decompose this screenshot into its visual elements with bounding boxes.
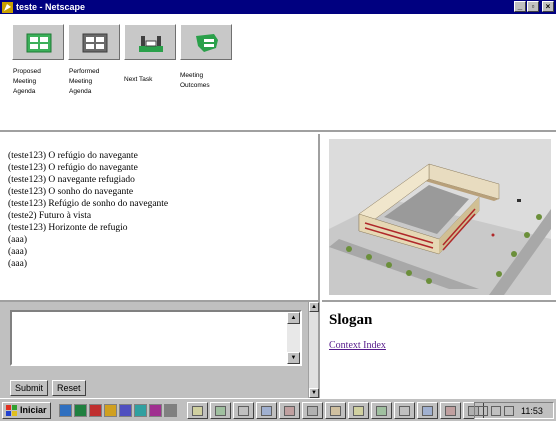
- next-task-button[interactable]: [124, 24, 176, 60]
- system-tray: 11:53: [474, 402, 554, 419]
- quicklaunch-icon[interactable]: [73, 403, 87, 417]
- submit-button[interactable]: Submit: [10, 380, 49, 396]
- building-image: [329, 139, 551, 295]
- taskbar-button[interactable]: [370, 401, 392, 419]
- frame-scrollbar[interactable]: ▲ ▼: [308, 302, 319, 398]
- reset-button[interactable]: Reset: [52, 380, 86, 396]
- taskbar-button[interactable]: [232, 401, 254, 419]
- task-app-icon: [375, 405, 387, 416]
- quicklaunch-icon[interactable]: [133, 403, 147, 417]
- proposed-agenda-button[interactable]: [12, 24, 64, 60]
- chat-message: (teste2) Futuro à vista: [8, 211, 92, 221]
- taskbar-button[interactable]: [347, 401, 369, 419]
- meeting-outcomes-button[interactable]: [180, 24, 232, 60]
- speaker-icon[interactable]: [504, 405, 514, 416]
- minimize-button[interactable]: _: [514, 1, 526, 12]
- chat-frame: (teste123) O refúgio do navegante (teste…: [0, 134, 320, 300]
- chat-message: (teste123) O navegante refugiado: [8, 175, 135, 185]
- netscape-icon: [2, 1, 13, 13]
- quicklaunch-icon[interactable]: [58, 403, 72, 417]
- clock[interactable]: 11:53: [521, 406, 543, 416]
- quicklaunch-icon[interactable]: [148, 403, 162, 417]
- task-app-icon: [421, 405, 433, 416]
- taskbar-button[interactable]: [393, 401, 415, 419]
- tray-icon[interactable]: [491, 405, 501, 416]
- chat-message: (aaa): [8, 247, 27, 257]
- quicklaunch-icon[interactable]: [163, 403, 177, 417]
- performed-agenda-button[interactable]: [68, 24, 120, 60]
- task-app-icon: [214, 405, 226, 416]
- scroll-up-icon[interactable]: ▲: [309, 302, 319, 312]
- toolbar-frame: Proposed Meeting Agenda Performed Meetin…: [0, 14, 556, 132]
- taskbar-button[interactable]: [324, 401, 346, 419]
- chat-message: (teste123) O sonho do navegante: [8, 187, 134, 197]
- meeting-outcomes-label: Meeting Outcomes: [180, 72, 210, 89]
- taskbar-button[interactable]: [255, 401, 277, 419]
- task-app-icon: [306, 405, 318, 416]
- taskbar-button[interactable]: [186, 401, 208, 419]
- message-box: ▲ ▼: [10, 310, 302, 366]
- task-app-icon: [398, 405, 410, 416]
- slogan-title: Slogan: [329, 312, 373, 328]
- context-index-link[interactable]: Context Index: [329, 340, 386, 351]
- start-button[interactable]: Iniciar: [2, 401, 51, 419]
- task-app-icon: [352, 405, 364, 416]
- message-scrollbar[interactable]: ▲ ▼: [287, 312, 300, 364]
- quicklaunch-icon[interactable]: [88, 403, 102, 417]
- start-label: Iniciar: [20, 405, 47, 415]
- quicklaunch-icon[interactable]: [103, 403, 117, 417]
- scroll-up-icon[interactable]: ▲: [287, 312, 300, 324]
- proposed-agenda-label: Proposed Meeting Agenda: [13, 68, 41, 95]
- chat-message: (teste123) O refúgio do navegante: [8, 163, 138, 173]
- task-app-icon: [329, 405, 341, 416]
- window-title: teste - Netscape: [16, 2, 86, 12]
- taskbar-button[interactable]: [301, 401, 323, 419]
- taskbar-button[interactable]: [209, 401, 231, 419]
- task-app-icon: [444, 405, 456, 416]
- chat-message: (teste123) Refúgio de sonho do navegante: [8, 199, 169, 209]
- chat-message: (teste123) O refúgio do navegante: [8, 151, 138, 161]
- title-bar: teste - Netscape _ ▫ ×: [0, 0, 556, 14]
- input-frame: ▲ ▼ Submit Reset ▲ ▼: [0, 300, 320, 398]
- close-button[interactable]: ×: [542, 1, 554, 12]
- taskbar: Iniciar 11:53: [0, 398, 556, 421]
- performed-agenda-label: Performed Meeting Agenda: [69, 68, 100, 95]
- chat-log: (teste123) O refúgio do navegante (teste…: [8, 150, 168, 270]
- next-task-label: Next Task: [124, 76, 153, 83]
- outcomes-icon: [196, 34, 218, 52]
- scroll-down-icon[interactable]: ▼: [309, 388, 319, 398]
- agenda-icon: [82, 33, 108, 53]
- windows-logo-icon: [6, 404, 17, 416]
- task-app-icon: [283, 405, 295, 416]
- taskbar-button[interactable]: [439, 401, 461, 419]
- quicklaunch-icon[interactable]: [118, 403, 132, 417]
- message-input[interactable]: [12, 312, 288, 364]
- taskbar-button[interactable]: [416, 401, 438, 419]
- tray-icon[interactable]: [478, 405, 488, 416]
- slogan-frame: Slogan Context Index: [322, 300, 556, 398]
- taskbar-button[interactable]: [278, 401, 300, 419]
- task-app-icon: [260, 405, 272, 416]
- agenda-icon: [26, 33, 52, 53]
- next-task-icon: [139, 36, 163, 52]
- task-app-icon: [237, 405, 249, 416]
- maximize-button[interactable]: ▫: [527, 1, 539, 12]
- chat-message: (aaa): [8, 259, 27, 269]
- chat-message: (aaa): [8, 235, 27, 245]
- task-app-icon: [191, 405, 203, 416]
- scroll-down-icon[interactable]: ▼: [287, 352, 300, 364]
- chat-message: (teste123) Horizonte de refugio: [8, 223, 128, 233]
- image-frame: [322, 134, 556, 300]
